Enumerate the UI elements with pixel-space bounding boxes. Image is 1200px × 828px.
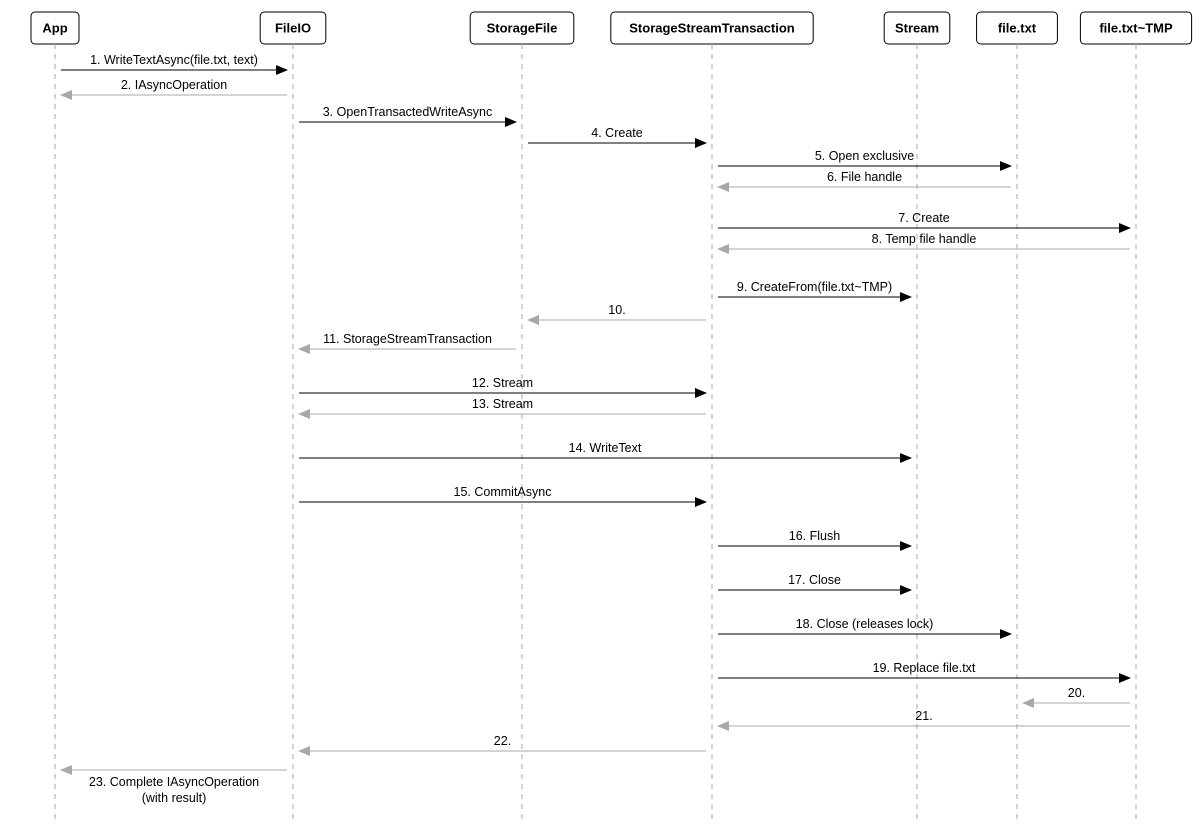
message-label: 1. WriteTextAsync(file.txt, text) [90, 53, 258, 67]
message-label: 13. Stream [472, 397, 533, 411]
message-label: 15. CommitAsync [454, 485, 552, 499]
message-label: 21. [915, 709, 932, 723]
message-label: 23. Complete IAsyncOperation [89, 775, 259, 789]
message-label: 20. [1068, 686, 1085, 700]
message: 12. Stream [299, 376, 706, 393]
message: 22. [299, 734, 706, 751]
message: 1. WriteTextAsync(file.txt, text) [61, 53, 287, 70]
message-label: 16. Flush [789, 529, 840, 543]
message: 23. Complete IAsyncOperation (with result… [61, 770, 287, 805]
message-label: 18. Close (releases lock) [796, 617, 934, 631]
message-label: 5. Open exclusive [815, 149, 914, 163]
participant-fio: FileIO [260, 12, 326, 44]
message-label: 9. CreateFrom(file.txt~TMP) [737, 280, 892, 294]
message-label: 8. Temp file handle [872, 232, 977, 246]
message-label: 22. [494, 734, 511, 748]
message: 3. OpenTransactedWriteAsync [299, 105, 516, 122]
message-label: 19. Replace file.txt [873, 661, 976, 675]
message: 4. Create [528, 126, 706, 143]
message-label: 3. OpenTransactedWriteAsync [323, 105, 493, 119]
participant-label: StorageStreamTransaction [629, 20, 795, 35]
participant-label: StorageFile [487, 20, 558, 35]
message: 7. Create [718, 211, 1130, 228]
participant-ftxt: file.txt [977, 12, 1058, 44]
message-label: 4. Create [591, 126, 642, 140]
participant-strm: Stream [884, 12, 950, 44]
message: 2. IAsyncOperation [61, 78, 287, 95]
message: 15. CommitAsync [299, 485, 706, 502]
participant-label: file.txt [998, 20, 1037, 35]
sequence-diagram: App FileIO StorageFile StorageStreamTransac… [0, 0, 1200, 828]
message: 10. [528, 303, 706, 320]
message: 6. File handle [718, 170, 1011, 187]
participant-ftmp: file.txt~TMP [1080, 12, 1191, 44]
participant-app: App [31, 12, 79, 44]
participant-label: FileIO [275, 20, 311, 35]
message: 19. Replace file.txt [718, 661, 1130, 678]
message: 8. Temp file handle [718, 232, 1130, 249]
participant-sst: StorageStreamTransaction [611, 12, 813, 44]
participant-label: file.txt~TMP [1099, 20, 1173, 35]
participant-sfile: StorageFile [470, 12, 574, 44]
message: 11. StorageStreamTransaction [299, 332, 516, 349]
message: 18. Close (releases lock) [718, 617, 1011, 634]
message-label: 6. File handle [827, 170, 902, 184]
message-label: 11. StorageStreamTransaction [323, 332, 492, 346]
message-label: 2. IAsyncOperation [121, 78, 227, 92]
message: 5. Open exclusive [718, 149, 1011, 166]
message: 20. [1023, 686, 1130, 703]
message-label: 7. Create [898, 211, 949, 225]
message-label: 14. WriteText [569, 441, 642, 455]
message: 9. CreateFrom(file.txt~TMP) [718, 280, 911, 297]
participant-label: App [42, 20, 67, 35]
message-label: (with result) [142, 791, 207, 805]
message-label: 12. Stream [472, 376, 533, 390]
message: 21. [718, 709, 1130, 726]
message-label: 17. Close [788, 573, 841, 587]
message: 13. Stream [299, 397, 706, 414]
message: 16. Flush [718, 529, 911, 546]
message: 17. Close [718, 573, 911, 590]
participant-label: Stream [895, 20, 939, 35]
message-label: 10. [608, 303, 625, 317]
message: 14. WriteText [299, 441, 911, 458]
